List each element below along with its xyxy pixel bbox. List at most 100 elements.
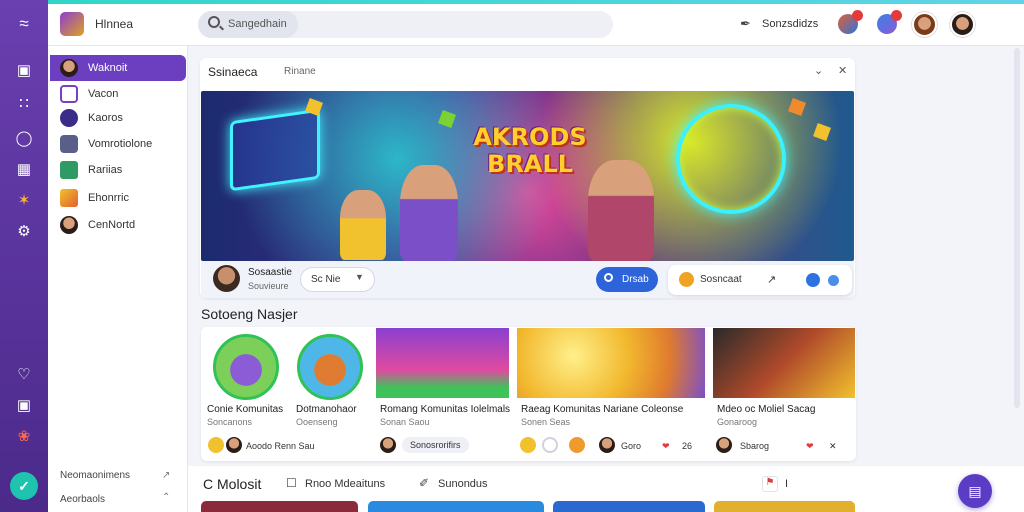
sidebar-item-rariias[interactable]: Rariias [50, 157, 186, 183]
tab-rinane[interactable]: Rinane [284, 66, 316, 77]
avatar [60, 216, 78, 234]
pin-icon[interactable] [542, 437, 558, 453]
heart-icon[interactable]: ❤ [662, 441, 670, 452]
action-group-label[interactable]: Sosncaat [700, 274, 742, 285]
close-icon[interactable]: ✕ [838, 64, 847, 77]
creator-name[interactable]: Sosaastie [248, 267, 292, 278]
hero-title: AKRODS BRALL [466, 124, 594, 178]
avatar[interactable] [380, 437, 396, 453]
gift-icon[interactable]: ❀ [12, 424, 36, 448]
chevron-up-icon[interactable]: ↗ [162, 470, 170, 481]
chevron-down-icon[interactable]: ⌄ [814, 64, 823, 77]
like-count: 26 [682, 441, 693, 451]
top-tool-label[interactable]: Sonzsdidzs [762, 18, 818, 30]
search-icon[interactable] [208, 16, 220, 28]
sidebar-item-waknoit[interactable]: Waknoit [50, 55, 186, 81]
spark-icon[interactable]: ✶ [12, 188, 36, 212]
sidebar-item-label: CenNortd [88, 219, 136, 231]
messages-badge [891, 10, 902, 21]
messages-icon[interactable] [877, 10, 902, 34]
preview-strip[interactable] [553, 501, 705, 512]
preview-strip[interactable] [714, 501, 855, 512]
compass-icon [60, 109, 78, 127]
card-footer-text: Sbarog [740, 441, 770, 451]
gear-icon[interactable]: ⚙ [12, 219, 36, 243]
avatar[interactable] [599, 437, 615, 453]
hero-child-illustration [340, 190, 386, 260]
card-character-image[interactable] [297, 334, 363, 400]
chat-icon[interactable]: ☐ [286, 476, 297, 490]
preview-strip[interactable] [201, 501, 358, 512]
avatar[interactable] [912, 12, 937, 37]
chat-icon[interactable] [806, 273, 820, 287]
profile-avatar[interactable] [950, 12, 975, 37]
share-icon[interactable]: ↗ [767, 273, 776, 286]
avatar[interactable] [213, 265, 240, 292]
tab-ssinaeca[interactable]: Ssinaeca [208, 65, 257, 79]
app-logo[interactable] [60, 12, 84, 36]
hero-child-illustration [588, 160, 654, 261]
card-title[interactable]: Mdeo oc Moliel Sacag [717, 404, 815, 415]
notification-icon[interactable] [838, 10, 863, 34]
bottom-link[interactable]: Sunondus [438, 478, 488, 490]
sidebar-item-vacon[interactable]: Vacon [50, 81, 186, 107]
sidebar-footer-link[interactable]: Aeorbaols [60, 494, 105, 505]
sidebar-item-label: Rariias [88, 164, 123, 176]
sidebar-item-cennortd[interactable]: CenNortd [50, 212, 186, 238]
sidebar-item-label: Ehonrric [88, 192, 129, 204]
card-subtitle: Sonen Seas [521, 417, 571, 427]
pie-icon [520, 437, 536, 453]
bottom-extra: I [785, 478, 789, 490]
star-icon [208, 437, 224, 453]
close-icon[interactable]: ✕ [829, 441, 837, 452]
sidebar-item-label: Waknoit [88, 62, 128, 74]
calendar-icon[interactable]: ▦ [12, 157, 36, 181]
inbox-icon[interactable]: ▣ [12, 393, 36, 417]
bottom-link[interactable]: Rnoo Mdeaituns [305, 478, 385, 490]
info-icon[interactable] [828, 275, 839, 286]
coin-icon[interactable] [569, 437, 585, 453]
bag-icon[interactable]: ◯ [12, 126, 36, 150]
heart-icon[interactable]: ❤ [806, 441, 814, 452]
bottom-section-title: C Molosit [203, 476, 262, 492]
card-title[interactable]: Romang Komunitas Iolelmals [380, 404, 510, 415]
card-title[interactable]: Raeag Komunitas Nariane Coleonse [521, 404, 683, 415]
sidebar-item-ehonrric[interactable]: Ehonrric [50, 185, 186, 211]
flag-icon[interactable]: ⚑ [762, 476, 778, 492]
avatar[interactable] [226, 437, 242, 453]
app-title: Hlnnea [95, 17, 134, 31]
card-footer-chip[interactable]: Sonosrorifirs [402, 437, 469, 453]
chevron-up-icon[interactable]: ⌃ [162, 492, 170, 503]
coin-icon[interactable] [679, 272, 694, 287]
hero-screen-illustration [230, 108, 320, 192]
sidebar-item-label: Vacon [88, 88, 119, 100]
card-subtitle: Sonan Saou [380, 417, 430, 427]
floating-action-button[interactable]: ▤ [958, 474, 992, 508]
heart-icon[interactable]: ♡ [12, 362, 36, 386]
primary-button-label: Drsab [622, 274, 649, 285]
grid-icon[interactable]: ∷ [12, 91, 36, 115]
pen-icon[interactable]: ✐ [419, 476, 429, 490]
compose-button[interactable]: ✓ [10, 472, 38, 500]
document-icon[interactable]: ▣ [12, 58, 36, 82]
sidebar-item-vomrotiolone[interactable]: Vomrotiolone [50, 131, 186, 157]
card-thumbnail[interactable] [376, 328, 509, 398]
wifi-icon[interactable]: ≈ [12, 12, 36, 36]
hero-child-illustration [400, 165, 458, 261]
trophy-icon [60, 189, 78, 207]
avatar [60, 59, 78, 77]
sidebar-footer-link[interactable]: Neomaonimens [60, 470, 130, 481]
card-subtitle: Soncanons [207, 417, 253, 427]
pen-icon[interactable]: ✒ [740, 16, 751, 32]
card-thumbnail[interactable] [517, 328, 705, 398]
card-character-image[interactable] [213, 334, 279, 400]
card-title[interactable]: Dotmanohaor [296, 404, 357, 415]
scrollbar[interactable] [1014, 48, 1020, 408]
search-input[interactable]: Sangedhain [228, 18, 287, 30]
avatar[interactable] [716, 437, 732, 453]
card-thumbnail[interactable] [713, 328, 855, 398]
hero-portal-illustration [676, 104, 786, 214]
preview-strip[interactable] [368, 501, 544, 512]
sidebar-item-kaoros[interactable]: Kaoros [50, 105, 186, 131]
card-title[interactable]: Conie Komunitas [207, 404, 283, 415]
